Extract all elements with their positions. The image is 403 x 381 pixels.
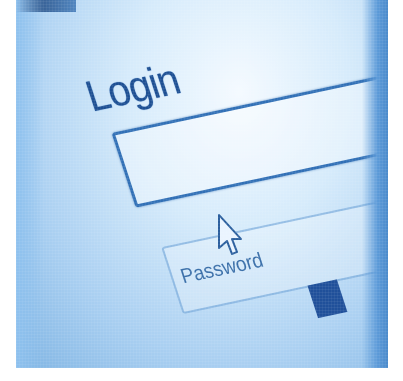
login-title: Login	[79, 55, 186, 122]
login-form: Login Password	[16, 0, 388, 352]
login-screen: Login Password	[16, 0, 388, 368]
submit-button[interactable]	[307, 279, 348, 319]
mouse-pointer-icon	[218, 214, 242, 255]
screen-edge-right	[362, 0, 388, 368]
password-field[interactable]: Password	[161, 190, 388, 315]
